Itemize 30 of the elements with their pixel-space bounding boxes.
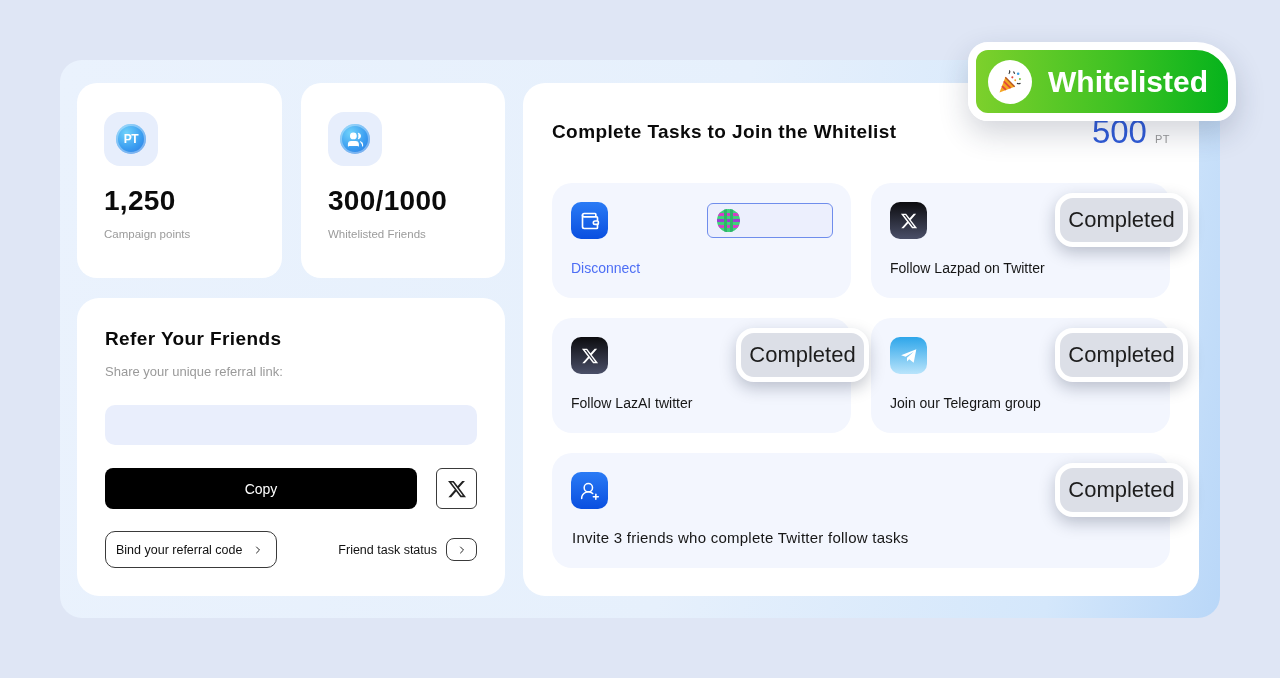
referral-subtitle: Share your unique referral link: [105, 363, 284, 381]
task-label: Follow Lazpad on Twitter [890, 259, 1045, 277]
task-label: Follow LazAI twitter [571, 394, 693, 412]
party-popper-icon [988, 59, 1032, 104]
referral-title: Refer Your Friends [105, 327, 283, 351]
stat-value: 1,250 [104, 184, 176, 218]
friend-status-button[interactable] [446, 538, 477, 561]
x-icon [571, 337, 608, 374]
stat-label: Campaign points [104, 227, 191, 241]
copy-button[interactable]: Copy [105, 468, 417, 509]
banner-label: Whitelisted [1048, 64, 1208, 99]
friend-status-label: Friend task status [338, 542, 437, 557]
add-user-icon [571, 472, 608, 509]
tasks-title: Complete Tasks to Join the Whitelist [552, 120, 897, 144]
x-icon [890, 202, 927, 239]
task-label: Invite 3 friends who complete Twitter follow tasks [571, 529, 909, 547]
avatar-icon [717, 209, 740, 232]
wallet-icon [571, 202, 608, 239]
share-button[interactable] [436, 468, 477, 509]
group-icon [328, 112, 382, 166]
coin-icon: PT [104, 112, 158, 166]
wallet-field[interactable] [707, 203, 833, 238]
disconnect-link[interactable]: Disconnect [571, 259, 641, 277]
task-label: Join our Telegram group [890, 394, 1041, 412]
x-icon [446, 478, 467, 499]
stat-value: 300/1000 [328, 184, 448, 218]
reward-unit: PT [1154, 133, 1170, 145]
stat-label: Whitelisted Friends [328, 227, 426, 241]
bind-referral-button[interactable]: Bind your referral code [105, 531, 277, 568]
paper-plane-icon [890, 337, 927, 374]
